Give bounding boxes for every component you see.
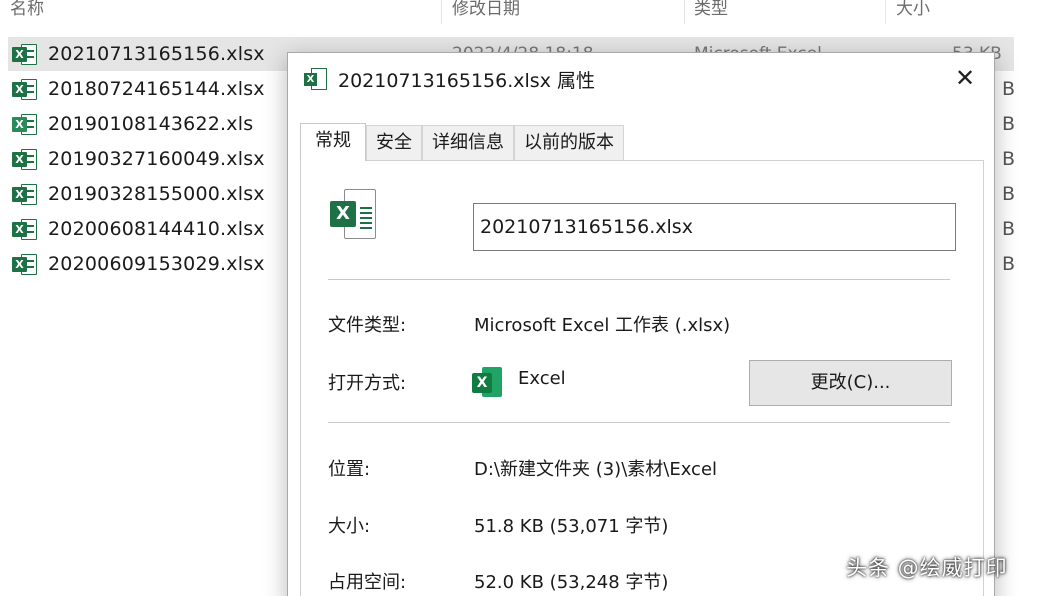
location-value: D:\新建文件夹 (3)\素材\Excel <box>474 459 718 480</box>
file-size-tail: B <box>1002 218 1016 240</box>
tab-previous-versions[interactable]: 以前的版本 <box>514 125 624 161</box>
file-type-value: Microsoft Excel 工作表 (.xlsx) <box>474 315 731 336</box>
column-header-name[interactable]: 名称 <box>10 0 44 19</box>
excel-file-icon: X <box>12 217 38 241</box>
file-size-tail: B <box>1002 113 1016 135</box>
size-on-disk-value: 52.0 KB (53,248 字节) <box>474 572 669 593</box>
tab-security[interactable]: 安全 <box>366 125 422 161</box>
column-separator[interactable] <box>684 0 685 24</box>
file-size-tail: B <box>1002 78 1016 100</box>
opens-with-label: 打开方式: <box>328 373 407 394</box>
close-icon: ✕ <box>954 64 976 92</box>
column-separator[interactable] <box>885 0 886 24</box>
tab-general[interactable]: 常规 <box>300 123 366 161</box>
excel-app-icon: X <box>472 365 502 399</box>
file-name: 20200609153029.xlsx <box>48 253 265 275</box>
excel-file-icon: X <box>12 252 38 276</box>
excel-file-icon: X <box>12 147 38 171</box>
size-label: 大小: <box>328 516 371 537</box>
divider <box>328 279 950 280</box>
file-size-tail: B <box>1002 253 1016 275</box>
column-header-type[interactable]: 类型 <box>694 0 728 19</box>
size-on-disk-label: 占用空间: <box>328 572 407 593</box>
file-name: 20200608144410.xlsx <box>48 218 265 240</box>
file-size-tail: B <box>1002 183 1016 205</box>
column-header-bar: 名称 修改日期 类型 大小 <box>0 0 1054 24</box>
file-name: 20190328155000.xlsx <box>48 183 265 205</box>
tab-strip: 常规 安全 详细信息 以前的版本 <box>300 123 624 161</box>
column-header-modified[interactable]: 修改日期 <box>452 0 520 19</box>
close-button[interactable]: ✕ <box>950 63 980 93</box>
opens-with-value: Excel <box>518 368 566 389</box>
location-label: 位置: <box>328 459 371 480</box>
divider <box>328 422 950 423</box>
dialog-titlebar[interactable]: X 20210713165156.xlsx 属性 ✕ <box>288 53 994 105</box>
file-name-input[interactable] <box>473 203 956 251</box>
dialog-title: 20210713165156.xlsx 属性 <box>338 70 595 92</box>
properties-dialog: X 20210713165156.xlsx 属性 ✕ 常规 安全 详细信息 以前… <box>287 52 995 596</box>
watermark: 头条 @绘威打印 <box>846 556 1008 580</box>
excel-document-icon: X <box>330 189 378 241</box>
file-name: 20190327160049.xlsx <box>48 148 265 170</box>
excel-legacy-file-icon: X <box>12 112 38 136</box>
file-type-label: 文件类型: <box>328 315 407 336</box>
file-name: 20210713165156.xlsx <box>48 43 265 65</box>
column-separator[interactable] <box>441 0 442 24</box>
excel-file-icon: X <box>304 68 328 92</box>
size-value: 51.8 KB (53,071 字节) <box>474 516 669 537</box>
file-name: 20190108143622.xls <box>48 113 254 135</box>
file-name: 20180724165144.xlsx <box>48 78 265 100</box>
excel-file-icon: X <box>12 77 38 101</box>
excel-file-icon: X <box>12 42 38 66</box>
tab-details[interactable]: 详细信息 <box>422 125 514 161</box>
file-size-tail: B <box>1002 148 1016 170</box>
change-button[interactable]: 更改(C)... <box>749 360 952 406</box>
column-header-size[interactable]: 大小 <box>896 0 930 19</box>
excel-file-icon: X <box>12 182 38 206</box>
